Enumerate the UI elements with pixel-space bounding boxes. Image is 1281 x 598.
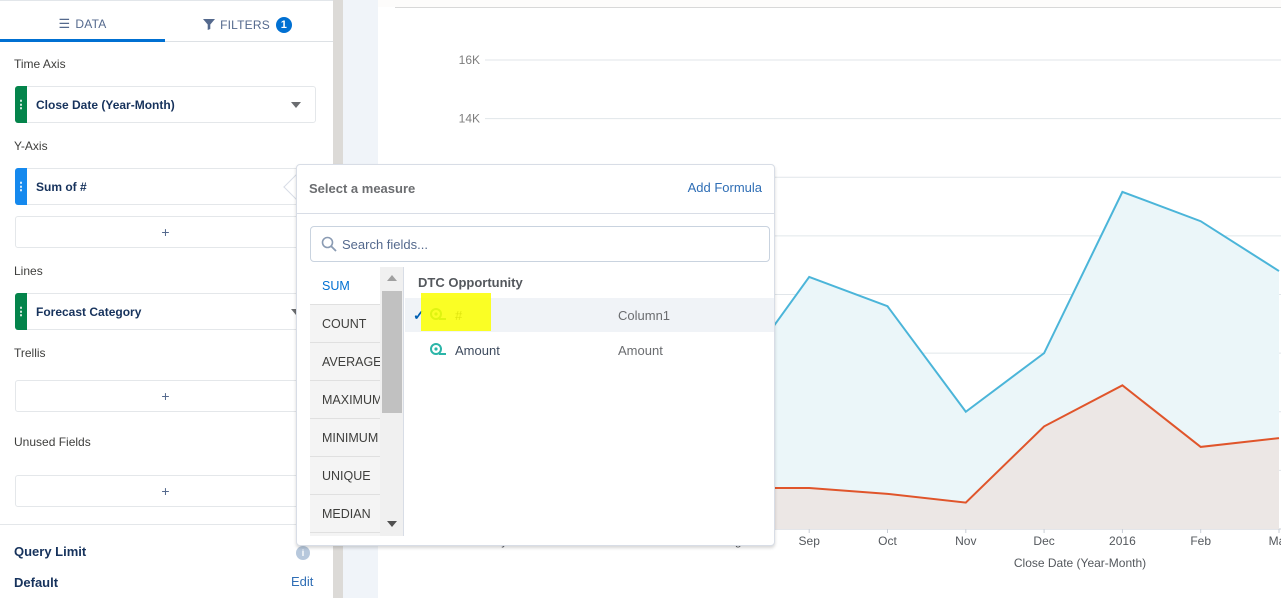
search-fields-input[interactable] xyxy=(342,236,762,252)
y-tick-label: 16K xyxy=(459,53,480,67)
section-divider xyxy=(0,524,333,525)
filter-count-badge: 1 xyxy=(275,17,292,33)
info-icon[interactable]: i xyxy=(296,546,310,560)
annotation-highlight xyxy=(421,293,491,331)
lines-field-label: Forecast Category xyxy=(36,304,142,319)
drag-handle-icon[interactable]: ⋮ xyxy=(15,85,27,123)
drag-handle-icon[interactable]: ⋮ xyxy=(15,292,27,330)
edit-query-limit-link[interactable]: Edit xyxy=(291,574,313,589)
y-axis-label: Y-Axis xyxy=(14,139,48,153)
drag-handle-icon[interactable]: ⋮ xyxy=(15,167,27,205)
y-tick-label: 14K xyxy=(459,112,480,126)
scrollbar-thumb[interactable] xyxy=(382,291,402,413)
search-icon xyxy=(321,236,337,252)
time-axis-label: Time Axis xyxy=(14,57,66,71)
x-tick-label: Feb xyxy=(1190,534,1211,548)
measure-icon xyxy=(430,343,446,355)
lines-label: Lines xyxy=(14,264,43,278)
chevron-down-icon[interactable] xyxy=(291,101,301,108)
lines-field[interactable]: ⋮ Forecast Category xyxy=(15,292,316,330)
x-tick-label: Sep xyxy=(799,534,821,548)
tab-filters[interactable]: FILTERS 1 xyxy=(165,8,330,42)
aggregation-option-average[interactable]: AVERAGE xyxy=(310,343,380,381)
time-axis-field-label: Close Date (Year-Month) xyxy=(36,97,175,112)
aggregation-option-sum[interactable]: SUM xyxy=(310,267,380,305)
field-name: Amount xyxy=(455,342,500,358)
y-axis-field[interactable]: ⋮ Sum of # xyxy=(15,167,316,205)
chart-config-panel: ☰ DATA FILTERS 1 Time Axis ⋮ Close Date … xyxy=(0,0,333,598)
filter-icon xyxy=(203,18,216,33)
field-column: Amount xyxy=(618,342,663,358)
query-limit-value: Default xyxy=(14,575,59,590)
y-axis-field-label: Sum of # xyxy=(36,179,87,194)
scroll-down-icon[interactable] xyxy=(387,521,397,527)
scroll-up-icon[interactable] xyxy=(387,275,397,281)
list-icon: ☰ xyxy=(58,15,71,31)
add-trellis-button[interactable]: + xyxy=(15,380,316,412)
x-tick-label: 2016 xyxy=(1109,534,1136,548)
panel-top-border xyxy=(0,0,333,2)
x-axis-title: Close Date (Year-Month) xyxy=(1014,556,1146,570)
field-column: Column1 xyxy=(618,307,671,323)
select-measure-popover: Select a measure Add Formula SUM COUNT A… xyxy=(296,164,775,546)
field-row[interactable]: Amount Amount xyxy=(405,333,774,367)
x-tick-label: Mar xyxy=(1269,534,1281,548)
tab-filters-label: FILTERS xyxy=(220,18,270,32)
aggregation-option-median[interactable]: MEDIAN xyxy=(310,495,380,533)
add-unused-field-button[interactable]: + xyxy=(15,475,316,507)
app-root: 16K14KMayJunJulAugSepOctNovDec2016FebMar… xyxy=(0,0,1281,598)
aggregation-option-minimum[interactable]: MINIMUM xyxy=(310,419,380,457)
aggregation-list: SUM COUNT AVERAGE MAXIMUM MINIMUM UNIQUE… xyxy=(310,267,380,536)
tab-data[interactable]: ☰ DATA xyxy=(0,8,165,42)
aggregation-option-unique[interactable]: UNIQUE xyxy=(310,457,380,495)
panel-tabs: ☰ DATA FILTERS 1 xyxy=(0,8,333,42)
x-tick-label: Dec xyxy=(1033,534,1054,548)
aggregation-option-count[interactable]: COUNT xyxy=(310,305,380,343)
x-tick-label: Oct xyxy=(878,534,897,548)
query-limit-label: Query Limit xyxy=(14,544,87,559)
tab-data-label: DATA xyxy=(75,16,107,31)
dataset-title: DTC Opportunity xyxy=(418,275,523,290)
unused-fields-label: Unused Fields xyxy=(14,435,91,449)
aggregation-scrollbar[interactable] xyxy=(380,267,404,536)
search-fields-box[interactable] xyxy=(310,226,770,262)
aggregation-option-maximum[interactable]: MAXIMUM xyxy=(310,381,380,419)
time-axis-field[interactable]: ⋮ Close Date (Year-Month) xyxy=(15,85,316,123)
x-tick-label: Nov xyxy=(955,534,976,548)
popover-divider xyxy=(297,213,774,214)
add-formula-link[interactable]: Add Formula xyxy=(688,180,762,195)
trellis-label: Trellis xyxy=(14,346,46,360)
popover-title: Select a measure xyxy=(309,181,416,196)
add-y-axis-button[interactable]: + xyxy=(15,216,316,248)
